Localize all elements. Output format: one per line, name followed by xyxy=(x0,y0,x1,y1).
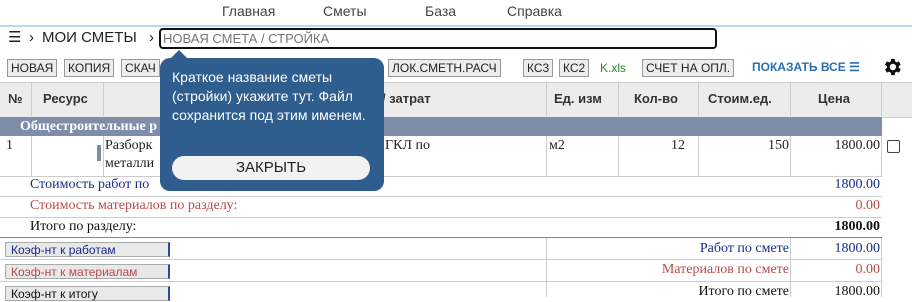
breadcrumb-separator-icon: › xyxy=(29,29,34,46)
copy-button[interactable]: КОПИЯ xyxy=(64,59,115,77)
work-coef-button[interactable]: Коэф-нт к работам xyxy=(5,242,170,257)
materials-cost-label: Стоимость материалов по разделу: xyxy=(30,198,238,213)
popup-text: Краткое название сметы (стройки) укажите… xyxy=(172,69,366,123)
estimate-total-label: Итого по смете xyxy=(698,284,789,299)
materials-cost-value: 0.00 xyxy=(855,198,881,213)
row-divider xyxy=(31,136,32,176)
col-resource-header: Ресурс xyxy=(43,91,88,106)
section-title[interactable]: Общестроительные р xyxy=(0,117,882,136)
section-total-label: Итого по разделу: xyxy=(30,219,137,234)
row-divider xyxy=(698,136,699,176)
row-separator xyxy=(0,237,882,238)
row-unit: м2 xyxy=(549,138,565,153)
col-unit-cost-header: Стоим.ед. xyxy=(708,91,772,106)
xls-button[interactable]: K.xls xyxy=(596,59,630,77)
row-divider xyxy=(790,136,791,176)
header-divider xyxy=(31,82,32,116)
row-name-line1: Разборк xyxy=(105,138,153,153)
work-cost-label: Стоимость работ по xyxy=(30,177,150,192)
nav-divider xyxy=(0,25,912,27)
nav-help[interactable]: Справка xyxy=(507,3,562,19)
row-divider xyxy=(881,136,882,176)
estimate-materials-value: 0.00 xyxy=(855,262,881,277)
breadcrumb-my-estimates[interactable]: МОИ СМЕТЫ xyxy=(42,28,137,48)
row-name-line2: металли xyxy=(105,156,155,171)
gear-icon[interactable] xyxy=(881,56,903,78)
materials-coef-button[interactable]: Коэф-нт к материалам xyxy=(5,264,170,279)
popup-arrow xyxy=(170,50,188,59)
invoice-button[interactable]: СЧЕТ НА ОПЛ. xyxy=(642,59,735,77)
nav-estimates[interactable]: Сметы xyxy=(323,3,367,19)
new-button[interactable]: НОВАЯ xyxy=(7,59,58,77)
row-checkbox[interactable] xyxy=(887,140,900,153)
table-header xyxy=(0,82,912,118)
coef-divider xyxy=(881,238,882,297)
row-qty[interactable]: 12 xyxy=(671,138,685,154)
estimate-name-input[interactable] xyxy=(159,28,717,49)
row-description: з ГКЛ по xyxy=(376,138,430,153)
row-separator xyxy=(0,281,882,282)
nav-home[interactable]: Главная xyxy=(222,3,275,19)
row-separator xyxy=(0,196,882,197)
nav-base[interactable]: База xyxy=(425,3,456,19)
coef-divider xyxy=(546,238,547,297)
row-price: 1800.00 xyxy=(834,138,881,153)
estimate-materials-label: Материалов по смете xyxy=(661,262,789,277)
header-divider xyxy=(546,82,547,116)
section-total-value: 1800.00 xyxy=(834,219,881,234)
menu-icon[interactable]: ☰ xyxy=(8,28,21,48)
name-hint-popup: Краткое название сметы (стройки) укажите… xyxy=(160,50,384,191)
header-divider xyxy=(698,82,699,116)
total-coef-button[interactable]: Коэф-нт к итогу xyxy=(5,286,170,301)
row-separator xyxy=(0,259,882,260)
header-divider xyxy=(881,82,882,116)
row-divider xyxy=(546,136,547,176)
row-divider xyxy=(618,136,619,176)
estimate-work-value: 1800.00 xyxy=(834,241,881,256)
ks2-button[interactable]: КС2 xyxy=(559,59,590,77)
ks3-button[interactable]: КС3 xyxy=(523,59,554,77)
col-price-header: Цена xyxy=(818,91,850,106)
col-unit-header: Ед. изм xyxy=(554,91,602,106)
row-separator xyxy=(0,217,882,218)
col-qty-header: Кол-во xyxy=(634,91,678,106)
header-divider xyxy=(618,82,619,116)
download-button[interactable]: СКАЧ xyxy=(121,59,160,77)
coef-divider xyxy=(790,238,791,297)
estimate-work-label: Работ по смете xyxy=(699,241,789,256)
col-cost-type-header: / затрат xyxy=(382,91,431,106)
header-divider xyxy=(790,82,791,116)
show-all-link[interactable]: ПОКАЗАТЬ ВСЕ ☰ xyxy=(752,60,860,74)
row-num: 1 xyxy=(6,138,13,153)
lok-estimate-button[interactable]: ЛОК.СМЕТН.РАСЧ xyxy=(388,59,501,77)
col-num-header: № xyxy=(8,91,23,106)
estimate-total-value: 1800.00 xyxy=(834,284,881,299)
breadcrumb-separator-icon: › xyxy=(149,29,154,46)
header-divider xyxy=(103,82,104,116)
close-button[interactable]: ЗАКРЫТЬ xyxy=(172,156,370,180)
row-unit-cost[interactable]: 150 xyxy=(768,138,789,154)
work-cost-value: 1800.00 xyxy=(834,177,881,192)
row-divider xyxy=(103,136,104,176)
row-handle[interactable] xyxy=(97,145,101,161)
